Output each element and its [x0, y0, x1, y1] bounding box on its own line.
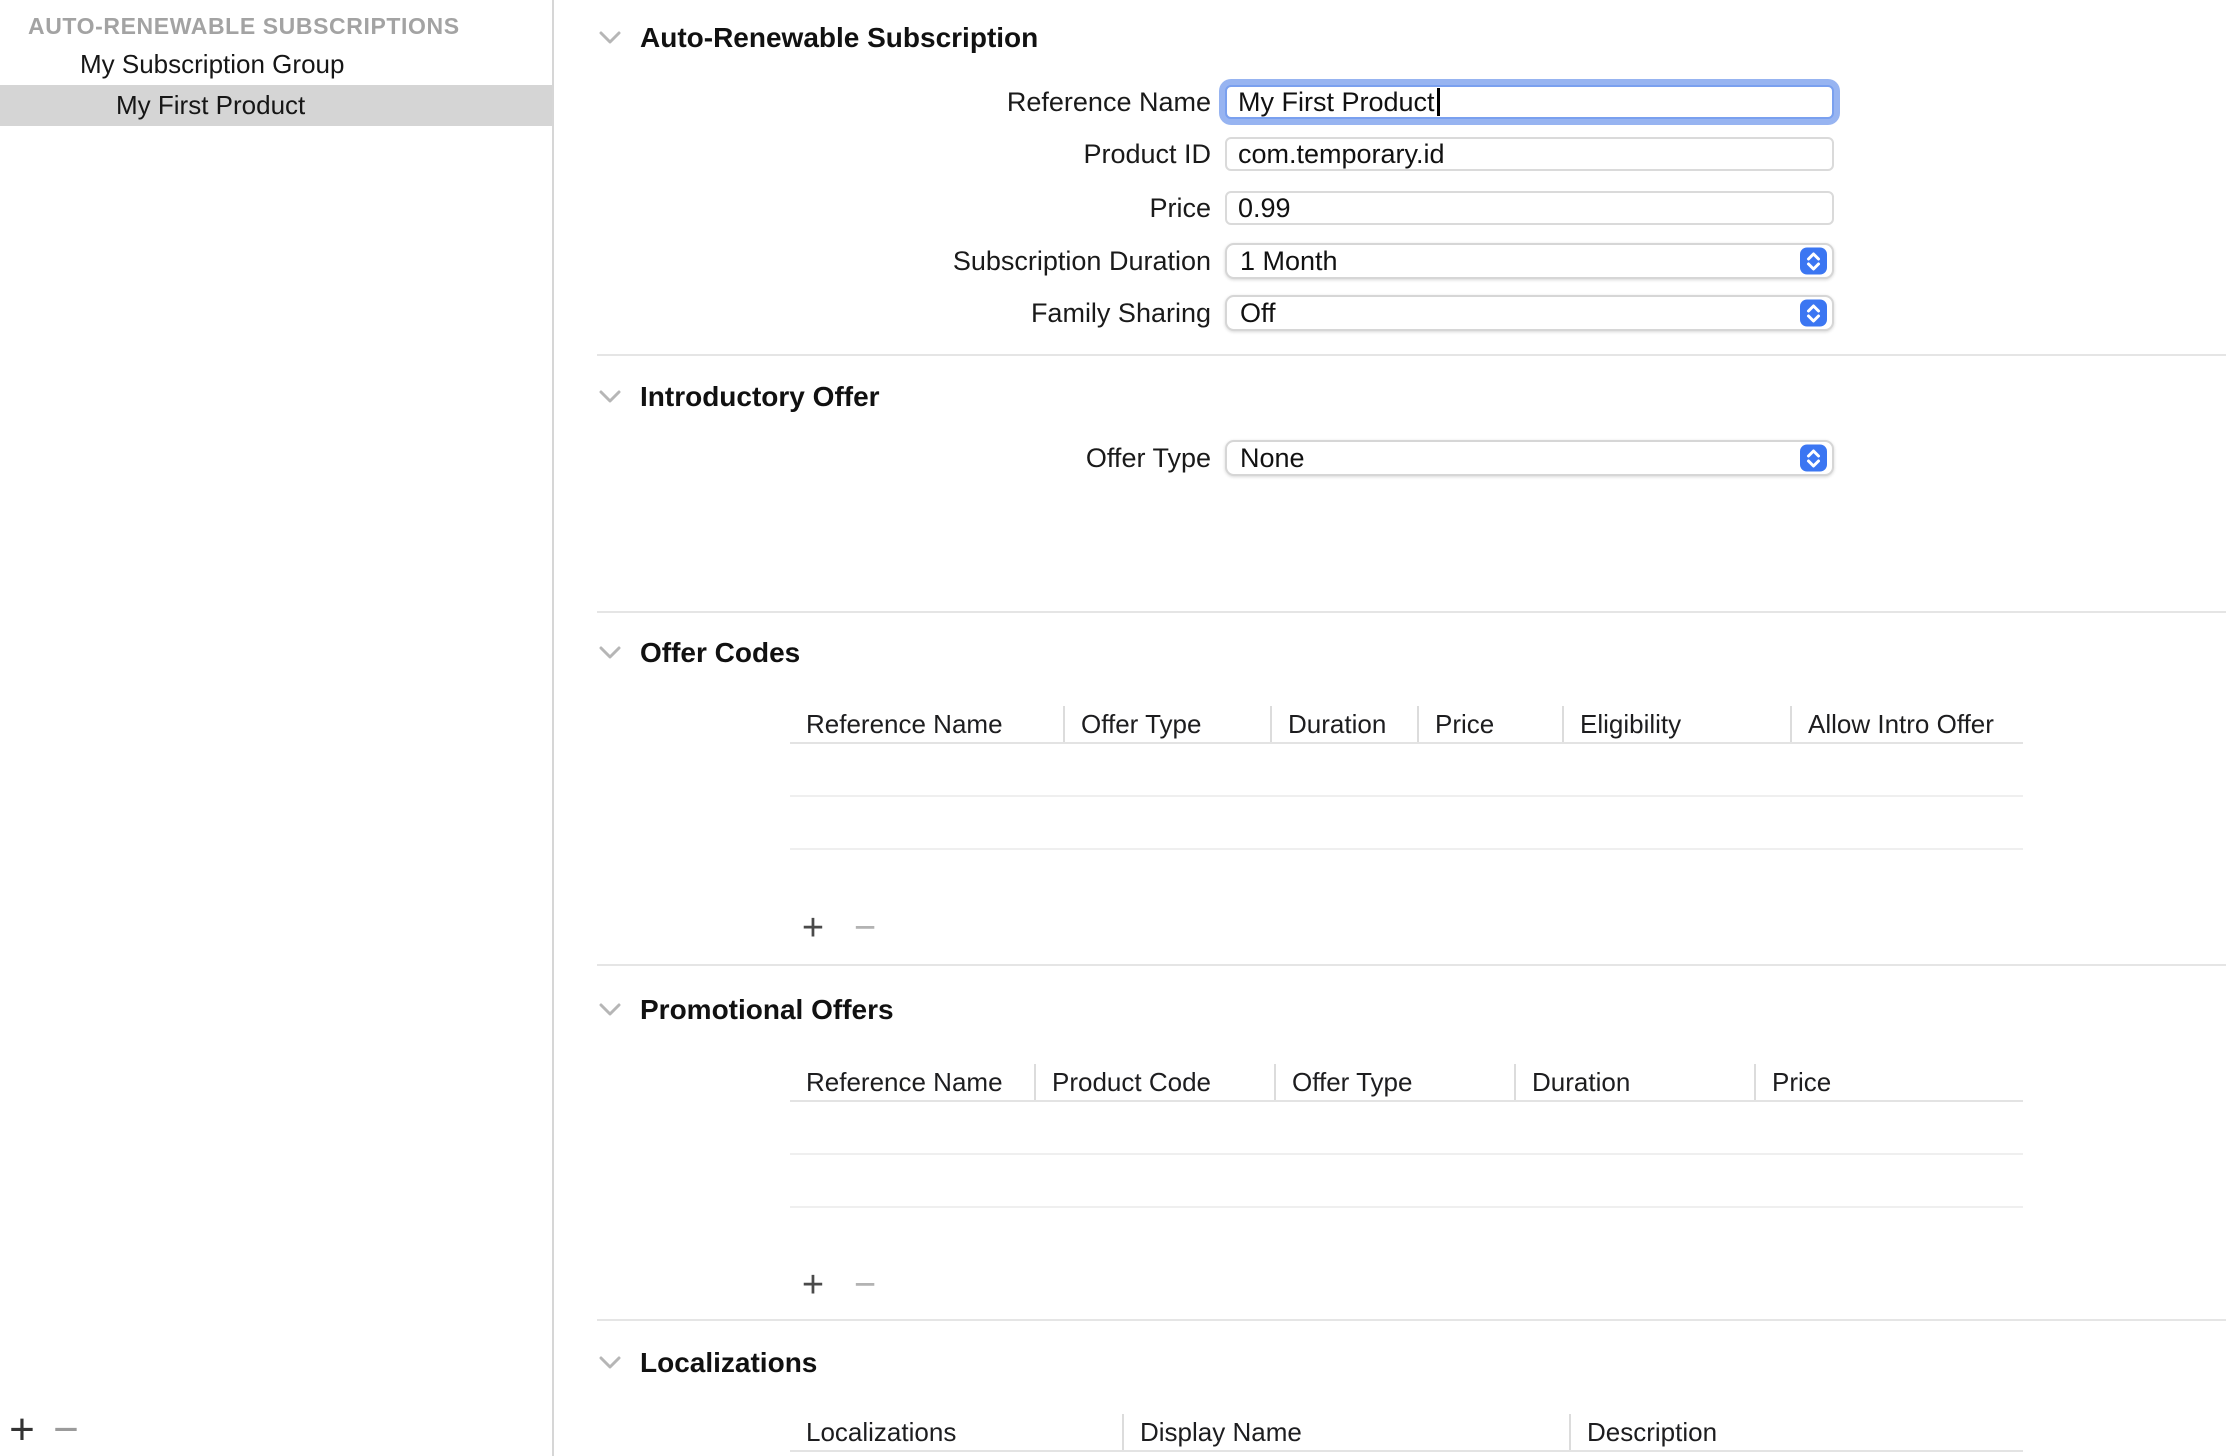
section-divider [597, 611, 2226, 613]
column-header[interactable]: Offer Type [1274, 1064, 1514, 1100]
column-header[interactable]: Reference Name [790, 1064, 1034, 1100]
popup-stepper-icon [1800, 445, 1827, 472]
family-sharing-select[interactable]: Off [1225, 295, 1834, 331]
section-header-offer-codes: Offer Codes [598, 634, 800, 672]
offer-codes-add-button[interactable]: + [793, 901, 833, 955]
chevron-down-icon[interactable] [598, 646, 622, 660]
table-row [790, 1155, 2023, 1208]
chevron-down-icon[interactable] [598, 31, 622, 45]
offer-codes-table-header: Reference Name Offer Type Duration Price… [790, 706, 2023, 744]
promotional-offers-add-button[interactable]: + [793, 1258, 833, 1312]
offer-type-select[interactable]: None [1225, 440, 1834, 476]
product-id-value: com.temporary.id [1238, 139, 1445, 170]
field-label-reference-name: Reference Name [554, 87, 1211, 118]
field-label-family-sharing: Family Sharing [554, 298, 1211, 329]
localizations-table: Localizations Display Name Description [790, 1414, 2023, 1452]
family-sharing-value: Off [1240, 298, 1276, 329]
section-header-localizations: Localizations [598, 1344, 817, 1382]
product-id-input[interactable]: com.temporary.id [1225, 137, 1834, 171]
sidebar-item-my-first-product[interactable]: My First Product [0, 85, 552, 126]
column-header[interactable]: Allow Intro Offer [1790, 706, 2023, 742]
section-header-promotional-offers: Promotional Offers [598, 991, 894, 1029]
field-label-subscription-duration: Subscription Duration [554, 246, 1211, 277]
column-header[interactable]: Localizations [790, 1414, 1122, 1450]
section-title: Offer Codes [640, 637, 800, 669]
reference-name-value: My First Product [1238, 87, 1435, 118]
subscription-duration-select[interactable]: 1 Month [1225, 243, 1834, 279]
popup-stepper-icon [1800, 300, 1827, 327]
offer-type-value: None [1240, 443, 1305, 474]
column-header[interactable]: Offer Type [1063, 706, 1270, 742]
popup-stepper-icon [1800, 248, 1827, 275]
offer-codes-table: Reference Name Offer Type Duration Price… [790, 706, 2023, 850]
section-divider [597, 964, 2226, 966]
chevron-down-icon[interactable] [598, 390, 622, 404]
sidebar: AUTO-RENEWABLE SUBSCRIPTIONS My Subscrip… [0, 0, 554, 1456]
column-header[interactable]: Product Code [1034, 1064, 1274, 1100]
localizations-table-header: Localizations Display Name Description [790, 1414, 2023, 1452]
sidebar-item-subscription-group[interactable]: My Subscription Group [0, 44, 552, 85]
column-header[interactable]: Price [1417, 706, 1562, 742]
subscription-duration-value: 1 Month [1240, 246, 1338, 277]
text-cursor [1437, 88, 1440, 116]
promotional-offers-table-header: Reference Name Product Code Offer Type D… [790, 1064, 2023, 1102]
column-header[interactable]: Price [1754, 1064, 2023, 1100]
table-row [790, 744, 2023, 797]
table-row [790, 797, 2023, 850]
column-header[interactable]: Eligibility [1562, 706, 1790, 742]
editor-pane: Auto-Renewable Subscription Reference Na… [554, 0, 2226, 1456]
sidebar-remove-button[interactable]: − [44, 1406, 88, 1454]
table-row [790, 1102, 2023, 1155]
price-value: 0.99 [1238, 193, 1291, 224]
section-header-auto-renewable: Auto-Renewable Subscription [598, 19, 1038, 57]
price-input[interactable]: 0.99 [1225, 191, 1834, 225]
sidebar-add-button[interactable]: + [0, 1406, 44, 1454]
sidebar-group-header: AUTO-RENEWABLE SUBSCRIPTIONS [28, 13, 460, 40]
offer-codes-actions: + − [793, 901, 885, 955]
column-header[interactable]: Display Name [1122, 1414, 1569, 1450]
column-header[interactable]: Reference Name [790, 706, 1063, 742]
section-title: Introductory Offer [640, 381, 880, 413]
section-header-introductory-offer: Introductory Offer [598, 378, 880, 416]
section-divider [597, 1319, 2226, 1321]
section-divider [597, 354, 2226, 356]
section-title: Localizations [640, 1347, 817, 1379]
section-title: Auto-Renewable Subscription [640, 22, 1038, 54]
promotional-offers-remove-button[interactable]: − [845, 1258, 885, 1312]
column-header[interactable]: Duration [1514, 1064, 1754, 1100]
field-label-price: Price [554, 193, 1211, 224]
offer-codes-remove-button[interactable]: − [845, 901, 885, 955]
chevron-down-icon[interactable] [598, 1003, 622, 1017]
section-title: Promotional Offers [640, 994, 894, 1026]
field-label-product-id: Product ID [554, 139, 1211, 170]
chevron-down-icon[interactable] [598, 1356, 622, 1370]
promotional-offers-table: Reference Name Product Code Offer Type D… [790, 1064, 2023, 1208]
column-header[interactable]: Duration [1270, 706, 1417, 742]
reference-name-input[interactable]: My First Product [1225, 85, 1834, 119]
column-header[interactable]: Description [1569, 1414, 2023, 1450]
promotional-offers-actions: + − [793, 1258, 885, 1312]
field-label-offer-type: Offer Type [554, 443, 1211, 474]
